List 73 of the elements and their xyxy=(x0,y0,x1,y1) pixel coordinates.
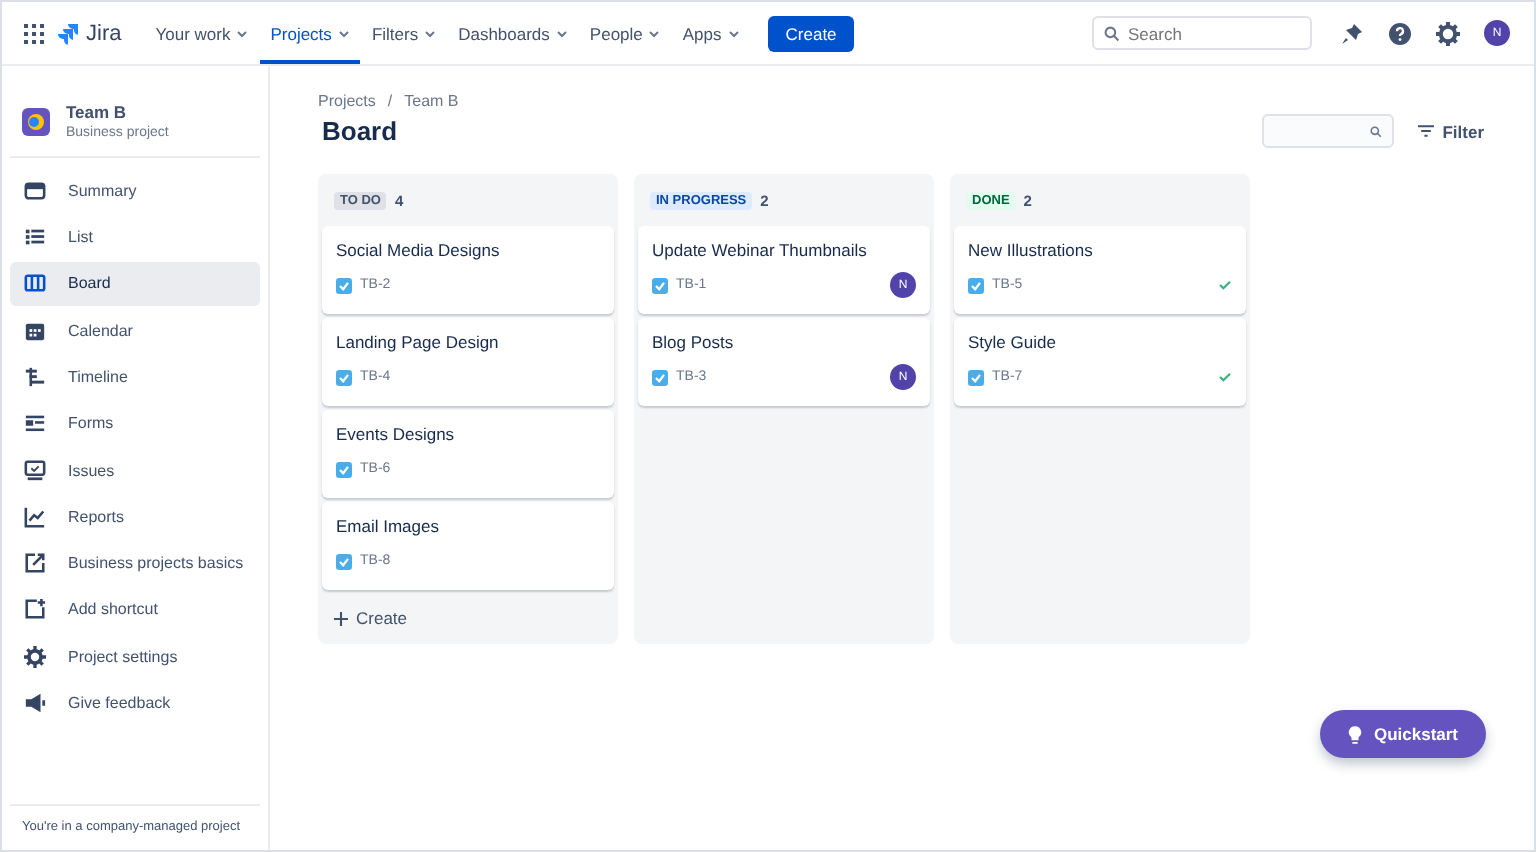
caret-icon xyxy=(555,29,568,37)
app-grid-icon[interactable] xyxy=(24,23,44,43)
sidebar-item[interactable]: Reports xyxy=(10,494,260,540)
caret-icon xyxy=(337,29,350,37)
caret-icon xyxy=(648,29,661,37)
project-name: Team B xyxy=(66,102,129,122)
breadcrumb-link[interactable]: Team B xyxy=(404,92,459,110)
sidebar-item[interactable]: Forms xyxy=(10,400,260,446)
task-checkbox-icon xyxy=(968,369,984,385)
add-icon xyxy=(24,598,46,621)
breadcrumb-link[interactable]: Projects xyxy=(318,92,376,110)
sidebar-item[interactable]: Project settings xyxy=(10,633,260,679)
issue-title: Events Designs xyxy=(336,424,457,444)
caret-icon xyxy=(236,29,249,37)
sidebar-item[interactable]: Summary xyxy=(10,168,260,213)
task-checkbox-icon xyxy=(652,369,668,385)
task-checkbox-icon xyxy=(652,277,668,293)
settings-icon[interactable] xyxy=(1436,21,1460,45)
sidebar-item[interactable]: List xyxy=(10,214,260,260)
form-icon xyxy=(24,412,46,435)
chart-icon xyxy=(24,505,46,528)
create-issue-button[interactable]: Create xyxy=(322,594,420,638)
caret-icon xyxy=(424,29,437,37)
plus-icon xyxy=(334,611,348,625)
nav-menu-item[interactable]: Apps xyxy=(672,2,750,64)
help-icon[interactable] xyxy=(1388,21,1412,45)
board-icon xyxy=(24,272,46,295)
nav-menu-item[interactable]: Projects xyxy=(260,2,360,64)
search-icon xyxy=(1370,123,1383,139)
sidebar-item[interactable]: Calendar xyxy=(10,307,260,353)
issue-title: Update Webinar Thumbnails xyxy=(652,240,869,260)
settings-icon xyxy=(24,645,46,668)
list-icon xyxy=(24,226,46,249)
task-checkbox-icon xyxy=(968,277,984,293)
sidebar-item[interactable]: Timeline xyxy=(10,354,260,400)
page-title: Board xyxy=(322,116,398,146)
issue-title: Social Media Designs xyxy=(336,240,502,260)
sidebar-item[interactable]: Issues xyxy=(10,447,260,493)
task-checkbox-icon xyxy=(336,553,352,569)
nav-menu-item[interactable]: Dashboards xyxy=(448,2,578,64)
quickstart-button[interactable]: Quickstart xyxy=(1320,710,1486,758)
project-avatar-icon xyxy=(22,107,50,135)
issue-title: Email Images xyxy=(336,516,441,536)
issue-title: New Illustrations xyxy=(968,240,1095,260)
calendar-icon xyxy=(24,319,46,342)
external-link-icon xyxy=(24,552,46,575)
monitor-icon xyxy=(24,459,46,482)
issue-title: Blog Posts xyxy=(652,332,736,352)
sidebar-item[interactable]: Add shortcut xyxy=(10,587,260,633)
search-field[interactable]: Search xyxy=(1092,16,1312,50)
caret-icon xyxy=(727,29,740,37)
jira-logo-text[interactable]: Jira xyxy=(86,21,122,45)
sidebar-item[interactable]: Board xyxy=(10,261,260,307)
filter-icon xyxy=(1418,124,1435,138)
task-checkbox-icon xyxy=(336,369,352,385)
nav-menu-item[interactable]: Your work xyxy=(145,2,259,64)
megaphone-icon xyxy=(24,692,46,715)
board-search-field[interactable] xyxy=(1262,114,1395,148)
task-checkbox-icon xyxy=(336,277,352,293)
issue-title: Style Guide xyxy=(968,332,1058,352)
task-checkbox-icon xyxy=(336,461,352,477)
create-button[interactable]: Create xyxy=(767,15,855,51)
timeline-icon xyxy=(24,365,46,388)
lightbulb-icon xyxy=(1347,725,1362,743)
breadcrumb-separator: / xyxy=(387,92,393,110)
logo-icon xyxy=(56,21,80,45)
summary-icon xyxy=(24,179,46,202)
nav-menu-item[interactable]: People xyxy=(579,2,671,64)
sidebar-item[interactable]: Business projects basics xyxy=(10,540,260,586)
filter-button[interactable]: Filter xyxy=(1418,121,1484,141)
nav-menu-item[interactable]: Filters xyxy=(361,2,447,64)
issue-title: Landing Page Design xyxy=(336,332,501,352)
sidebar-item[interactable]: Give feedback xyxy=(10,680,260,726)
